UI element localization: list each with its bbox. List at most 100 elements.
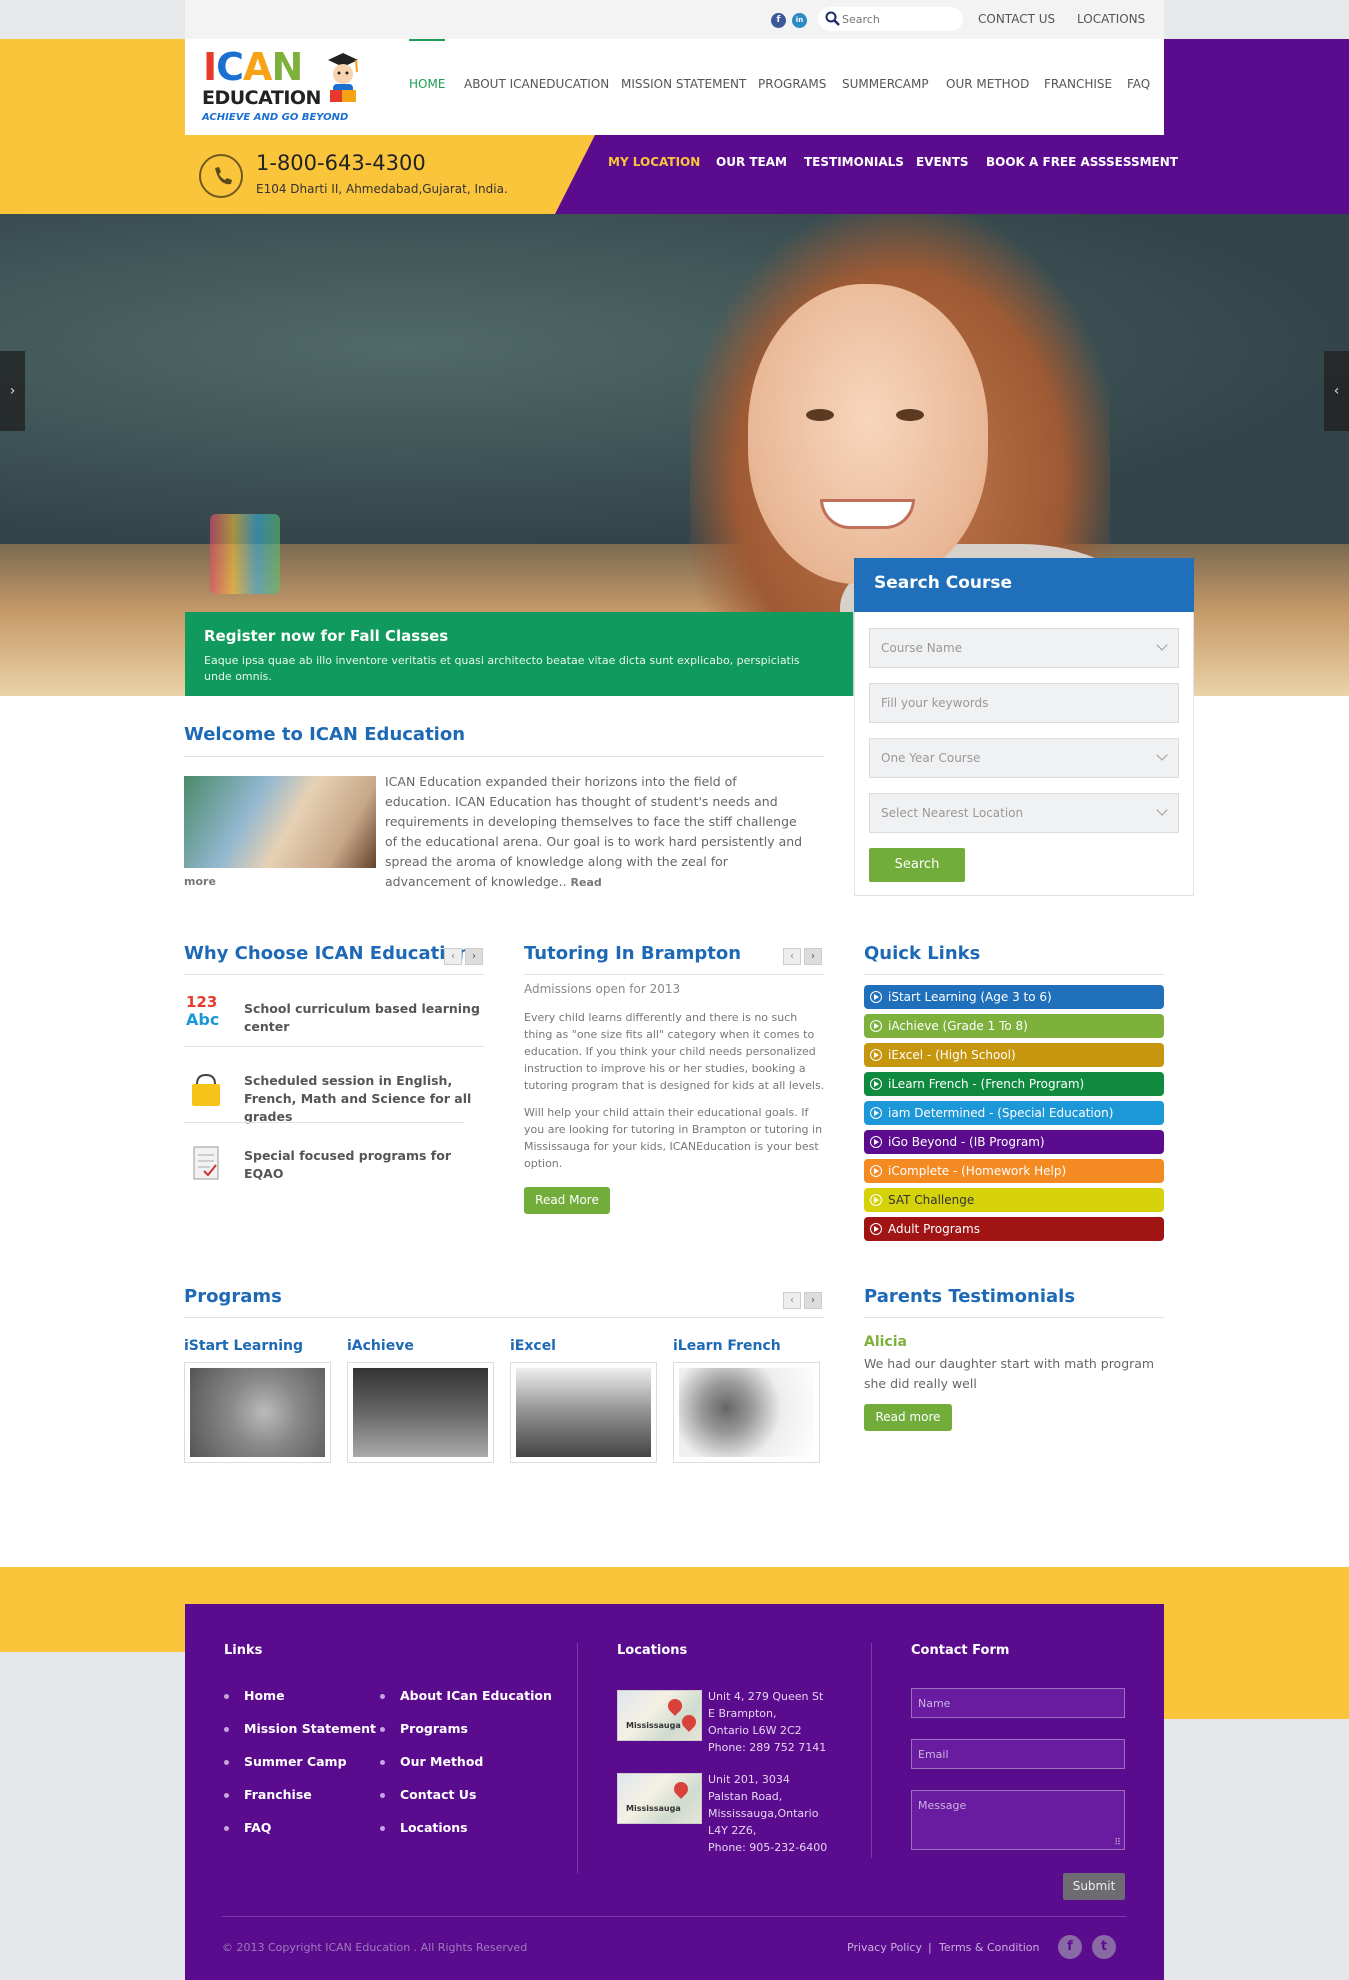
- programs-next-arrow[interactable]: ›: [804, 1292, 822, 1309]
- program-image-istart[interactable]: [184, 1362, 331, 1463]
- subnav-events[interactable]: EVENTS: [916, 155, 969, 169]
- bullet-icon: [380, 1826, 385, 1831]
- location-map-2[interactable]: Mississauga: [617, 1773, 702, 1824]
- footer-link[interactable]: Locations: [400, 1820, 468, 1835]
- footer-link[interactable]: FAQ: [244, 1820, 271, 1835]
- quick-link-item[interactable]: iExcel - (High School): [864, 1043, 1164, 1067]
- tutoring-read-more-button[interactable]: Read More: [524, 1187, 610, 1214]
- logo[interactable]: ICAN EDUCATION ACHIEVE AND GO BEYOND: [200, 46, 370, 130]
- facebook-icon[interactable]: f: [771, 13, 786, 28]
- nav-mission[interactable]: MISSION STATEMENT: [621, 77, 746, 91]
- quick-link-item[interactable]: iAchieve (Grade 1 To 8): [864, 1014, 1164, 1038]
- footer-locations-title: Locations: [617, 1643, 688, 1658]
- resize-handle-icon[interactable]: ⠿: [1114, 1838, 1121, 1848]
- quick-link-item[interactable]: iLearn French - (French Program): [864, 1072, 1164, 1096]
- subnav-my-location[interactable]: MY LOCATION: [608, 155, 700, 169]
- tutoring-prev-arrow[interactable]: ‹: [783, 948, 801, 965]
- search-course-title: Search Course: [874, 573, 1013, 593]
- footer-link[interactable]: Programs: [400, 1721, 468, 1736]
- search-input[interactable]: [842, 10, 952, 28]
- quick-link-item[interactable]: iGo Beyond - (IB Program): [864, 1130, 1164, 1154]
- quick-link-item[interactable]: iam Determined - (Special Education): [864, 1101, 1164, 1125]
- quick-link-item[interactable]: iComplete - (Homework Help): [864, 1159, 1164, 1183]
- footer-link[interactable]: Mission Statement: [244, 1721, 376, 1736]
- contact-us-link[interactable]: CONTACT US: [978, 12, 1055, 26]
- twitter-icon[interactable]: t: [1092, 1935, 1116, 1959]
- why-next-arrow[interactable]: ›: [465, 948, 483, 965]
- quick-link-label: iAchieve (Grade 1 To 8): [888, 1019, 1028, 1033]
- tutoring-next-arrow[interactable]: ›: [804, 948, 822, 965]
- footer-link[interactable]: Summer Camp: [244, 1754, 347, 1769]
- quick-link-label: iGo Beyond - (IB Program): [888, 1135, 1045, 1149]
- map-pin-icon: [679, 1712, 699, 1732]
- footer-yellow-band: [1164, 1567, 1349, 1719]
- facebook-icon[interactable]: f: [1058, 1935, 1082, 1959]
- why-item: School curriculum based learning center: [244, 1001, 480, 1034]
- read-more-link-cont[interactable]: more: [184, 875, 216, 888]
- contact-name-field[interactable]: Name: [911, 1688, 1125, 1718]
- quick-link-item[interactable]: Adult Programs: [864, 1217, 1164, 1241]
- duration-select[interactable]: One Year Course: [869, 738, 1179, 778]
- tutoring-paragraph-2: Will help your child attain their educat…: [524, 1106, 823, 1170]
- testimonial-read-more-button[interactable]: Read more: [864, 1404, 952, 1431]
- subnav-book-assessment[interactable]: BOOK A FREE ASSSESSMENT: [986, 155, 1178, 169]
- play-circle-icon: [870, 991, 882, 1003]
- program-image-iexcel[interactable]: [510, 1362, 657, 1463]
- nav-summercamp[interactable]: SUMMERCAMP: [842, 77, 929, 91]
- logo-text-ican: ICAN: [203, 45, 303, 89]
- linkedin-icon[interactable]: in: [792, 13, 807, 28]
- nav-franchise[interactable]: FRANCHISE: [1044, 77, 1112, 91]
- phone-number[interactable]: 1-800-643-4300: [256, 151, 426, 175]
- program-title-iachieve[interactable]: iAchieve: [347, 1338, 414, 1354]
- program-title-ilearn-french[interactable]: iLearn French: [673, 1338, 781, 1354]
- program-image-iachieve[interactable]: [347, 1362, 494, 1463]
- footer-link[interactable]: Contact Us: [400, 1787, 476, 1802]
- nav-home[interactable]: HOME: [409, 77, 445, 91]
- quick-link-item[interactable]: SAT Challenge: [864, 1188, 1164, 1212]
- program-title-istart[interactable]: iStart Learning: [184, 1338, 303, 1354]
- footer-link[interactable]: Home: [244, 1688, 285, 1703]
- quick-link-label: iComplete - (Homework Help): [888, 1164, 1067, 1178]
- contact-submit-button[interactable]: Submit: [1063, 1873, 1125, 1900]
- hero-chalkboard: [0, 214, 1349, 544]
- why-prev-arrow[interactable]: ‹: [444, 948, 462, 965]
- read-more-link[interactable]: Read: [571, 876, 602, 889]
- search-icon[interactable]: [824, 10, 842, 28]
- footer-link[interactable]: About ICan Education: [400, 1688, 552, 1703]
- search-course-button[interactable]: Search: [869, 848, 965, 882]
- quick-link-label: iLearn French - (French Program): [888, 1077, 1085, 1091]
- slider-next-arrow[interactable]: ‹: [1324, 351, 1349, 431]
- terms-link[interactable]: Terms & Condition: [939, 1941, 1039, 1954]
- footer-grey-band: [0, 1652, 185, 1980]
- contact-message-field[interactable]: Message ⠿: [911, 1790, 1125, 1850]
- nav-programs[interactable]: PROGRAMS: [758, 77, 826, 91]
- quick-link-item[interactable]: iStart Learning (Age 3 to 6): [864, 985, 1164, 1009]
- register-banner[interactable]: Register now for Fall Classes Eaque ipsa…: [185, 612, 853, 696]
- subnav-testimonials[interactable]: TESTIMONIALS: [804, 155, 904, 169]
- slider-prev-arrow[interactable]: ›: [0, 351, 25, 431]
- subnav-our-team[interactable]: OUR TEAM: [716, 155, 787, 169]
- program-title-iexcel[interactable]: iExcel: [510, 1338, 556, 1354]
- footer-grey-band: [1164, 1719, 1349, 1980]
- program-image-ilearn-french[interactable]: [673, 1362, 820, 1463]
- welcome-text: ICAN Education expanded their horizons i…: [385, 774, 803, 889]
- quick-link-label: Adult Programs: [888, 1222, 980, 1236]
- keywords-input[interactable]: Fill your keywords: [869, 683, 1179, 723]
- footer-links-title: Links: [224, 1643, 263, 1658]
- secondary-nav-bar: [555, 135, 1164, 214]
- nav-faq[interactable]: FAQ: [1127, 77, 1150, 91]
- privacy-policy-link[interactable]: Privacy Policy: [847, 1941, 922, 1954]
- footer-link[interactable]: Franchise: [244, 1787, 312, 1802]
- quick-link-label: iStart Learning (Age 3 to 6): [888, 990, 1052, 1004]
- location-map-1[interactable]: Mississauga: [617, 1690, 702, 1741]
- contact-email-field[interactable]: Email: [911, 1739, 1125, 1769]
- footer-link[interactable]: Our Method: [400, 1754, 483, 1769]
- testimonial-author: Alicia: [864, 1334, 907, 1350]
- course-name-select[interactable]: Course Name: [869, 628, 1179, 668]
- nav-about[interactable]: ABOUT ICANEDUCATION: [464, 77, 609, 91]
- locations-link[interactable]: LOCATIONS: [1077, 12, 1145, 26]
- nav-our-method[interactable]: OUR METHOD: [946, 77, 1029, 91]
- search-box[interactable]: [818, 7, 963, 31]
- programs-prev-arrow[interactable]: ‹: [783, 1292, 801, 1309]
- location-select[interactable]: Select Nearest Location: [869, 793, 1179, 833]
